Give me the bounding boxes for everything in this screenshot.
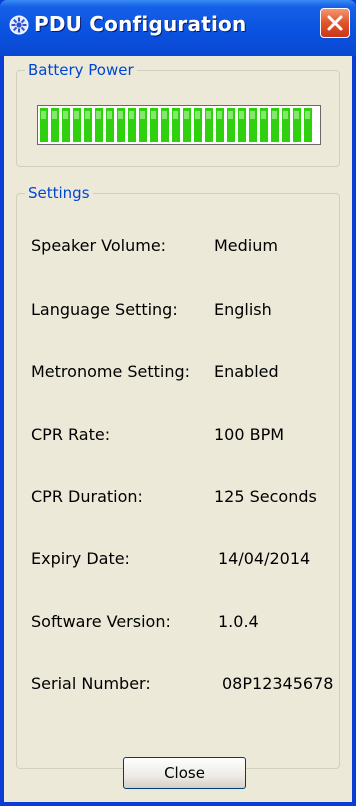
setting-label: CPR Rate:	[31, 425, 111, 444]
setting-row-serial-number: Serial Number: 08P12345678	[17, 674, 341, 698]
battery-segment-highlight	[140, 111, 145, 119]
battery-segment-highlight	[129, 111, 134, 119]
setting-label: Speaker Volume:	[31, 236, 167, 255]
window-title: PDU Configuration	[34, 12, 247, 36]
battery-segment-highlight	[41, 111, 46, 119]
setting-value: English	[214, 300, 272, 319]
setting-value: Medium	[214, 236, 278, 255]
settings-legend: Settings	[25, 184, 93, 202]
setting-value: 08P12345678	[222, 674, 334, 693]
setting-row-software-version: Software Version: 1.0.4	[17, 612, 341, 636]
battery-segment-highlight	[272, 111, 277, 119]
battery-level-fill	[40, 108, 312, 142]
battery-segment-highlight	[283, 111, 288, 119]
battery-segment-highlight	[261, 111, 266, 119]
battery-segment-highlight	[206, 111, 211, 119]
setting-label: Software Version:	[31, 612, 171, 631]
battery-power-group: Battery Power	[16, 61, 340, 167]
battery-segment-highlight	[107, 111, 112, 119]
window-close-button[interactable]	[320, 8, 350, 38]
setting-value: 1.0.4	[218, 612, 259, 631]
setting-row-expiry-date: Expiry Date: 14/04/2014	[17, 549, 341, 573]
setting-value: Enabled	[214, 362, 279, 381]
battery-segment-highlight	[63, 111, 68, 119]
battery-segment-highlight	[239, 111, 244, 119]
setting-row-cpr-duration: CPR Duration: 125 Seconds	[17, 487, 341, 511]
battery-segment-highlight	[250, 111, 255, 119]
setting-row-metronome: Metronome Setting: Enabled	[17, 362, 341, 386]
setting-value: 125 Seconds	[214, 487, 317, 506]
battery-segment-highlight	[305, 111, 310, 119]
setting-row-cpr-rate: CPR Rate: 100 BPM	[17, 425, 341, 449]
gear-icon	[9, 15, 29, 35]
setting-label: Serial Number:	[31, 674, 151, 693]
battery-power-legend: Battery Power	[25, 61, 137, 79]
battery-segment-highlight	[162, 111, 167, 119]
dialog-client-area: Battery Power Settings Speaker Volume: M…	[4, 56, 352, 802]
battery-segment-highlight	[217, 111, 222, 119]
battery-level-bar	[37, 105, 321, 145]
battery-segment-highlight	[173, 111, 178, 119]
battery-segment-highlight	[294, 111, 299, 119]
battery-segment-highlight	[52, 111, 57, 119]
setting-row-speaker-volume: Speaker Volume: Medium	[17, 236, 341, 260]
battery-segment-highlight	[96, 111, 101, 119]
pdu-configuration-window: PDU Configuration Battery Power Settings…	[0, 0, 356, 806]
close-button[interactable]: Close	[123, 757, 246, 789]
battery-segment-highlight	[151, 111, 156, 119]
battery-segment-highlight	[184, 111, 189, 119]
battery-segment-highlight	[228, 111, 233, 119]
setting-value: 100 BPM	[214, 425, 285, 444]
setting-label: CPR Duration:	[31, 487, 143, 506]
battery-segment-highlight	[74, 111, 79, 119]
battery-segment-highlight	[85, 111, 90, 119]
setting-label: Expiry Date:	[31, 549, 130, 568]
settings-group: Settings Speaker Volume: Medium Language…	[16, 184, 341, 769]
title-bar[interactable]: PDU Configuration	[0, 0, 356, 56]
close-icon	[327, 15, 343, 31]
setting-label: Language Setting:	[31, 300, 178, 319]
battery-segment-highlight	[118, 111, 123, 119]
battery-segment-highlight	[195, 111, 200, 119]
setting-value: 14/04/2014	[218, 549, 311, 568]
setting-row-language: Language Setting: English	[17, 300, 341, 324]
setting-label: Metronome Setting:	[31, 362, 191, 381]
